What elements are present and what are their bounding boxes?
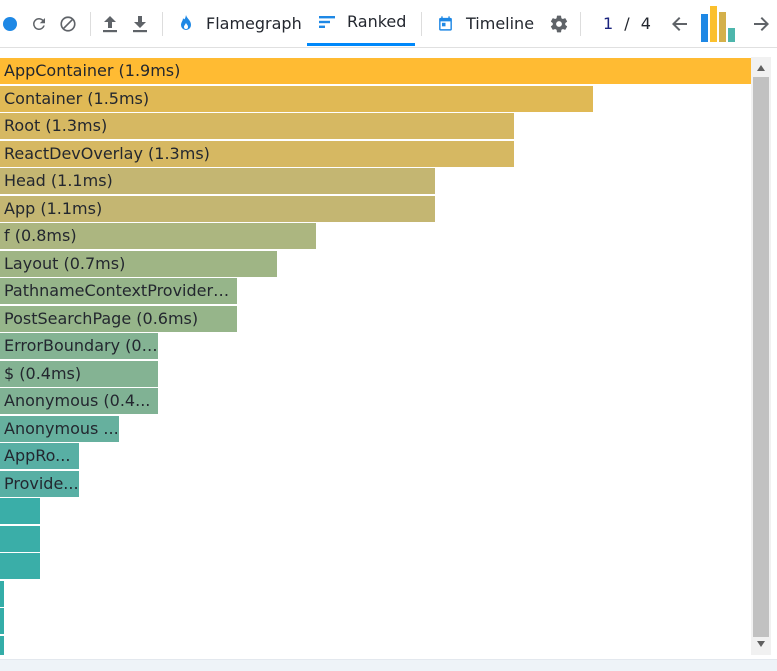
ranked-bar[interactable]: Layout (0.7ms) [0,250,277,277]
status-strip [0,659,777,671]
ranked-bar[interactable]: PathnameContextProviderA... [0,278,237,304]
commit-pager: 1 / 4 [603,14,651,33]
tab-timeline[interactable]: Timeline [437,0,534,46]
commit-bar[interactable] [701,14,708,42]
previous-commit-button[interactable] [670,14,690,34]
vertical-scrollbar[interactable] [751,57,771,655]
ranked-bar[interactable]: PostSearchPage (0.6ms) [0,305,237,332]
ranked-bar[interactable] [0,553,40,579]
ranked-chart: AppContainer (1.9ms) Container (1.5ms) Roo… [0,57,751,655]
ranked-bar[interactable] [0,608,4,634]
ranked-bar[interactable]: Head (1.1ms) [0,168,435,194]
download-icon [133,16,147,33]
commit-bar[interactable] [728,28,735,42]
ranked-bar[interactable] [0,498,40,524]
commit-bar[interactable] [710,6,717,42]
ranked-bar[interactable]: App (1.1ms) [0,195,435,222]
ranked-bar[interactable]: AppContainer (1.9ms) [0,58,751,84]
ranked-icon [319,15,335,28]
scroll-up-button[interactable] [751,59,771,77]
save-profile-button[interactable] [130,13,150,35]
ranked-bar[interactable] [0,580,4,607]
ranked-bar[interactable]: AppRo... [0,443,79,469]
block-icon [60,16,76,32]
calendar-icon [439,15,452,31]
profiler-toolbar: Flamegraph Ranked Timeline 1 / 4 [0,0,777,48]
record-icon [3,17,17,31]
arrow-left-icon [672,17,687,31]
ranked-bar[interactable]: Anonymous (0.4... [0,388,158,414]
toolbar-divider [162,12,163,36]
load-profile-button[interactable] [100,13,120,35]
reload-icon [33,18,45,30]
ranked-bar[interactable] [0,525,40,552]
tab-ranked[interactable]: Ranked [307,0,415,46]
clear-profiling-data-button[interactable] [58,14,78,34]
scroll-down-icon [757,641,765,647]
toolbar-divider [90,12,91,36]
next-commit-button[interactable] [751,14,771,34]
tab-timeline-label: Timeline [466,13,535,33]
reload-and-profile-button[interactable] [29,14,49,34]
ranked-bar[interactable]: Root (1.3ms) [0,113,514,139]
ranked-bar[interactable]: f (0.8ms) [0,223,316,249]
commit-bars [701,6,735,42]
arrow-right-icon [754,17,769,31]
scroll-up-icon [757,65,765,71]
scroll-down-button[interactable] [751,635,771,653]
scrollbar-thumb[interactable] [753,77,769,637]
record-button[interactable] [2,16,18,32]
tab-ranked-label: Ranked [347,12,407,31]
upload-icon [103,16,117,33]
ranked-bar[interactable] [0,635,4,655]
profiler-settings-button[interactable] [548,13,570,35]
total-commit-count: 4 [640,14,651,33]
toolbar-divider [580,12,581,36]
ranked-bar[interactable]: ErrorBoundary (0.... [0,333,158,359]
ranked-bar[interactable]: Container (1.5ms) [0,85,593,112]
ranked-bar[interactable]: Provide... [0,470,79,497]
tab-flamegraph[interactable]: Flamegraph [178,0,302,46]
ranked-bar[interactable]: ReactDevOverlay (1.3ms) [0,140,514,167]
current-commit-number: 1 [603,14,614,33]
commit-snapshot-chart[interactable] [700,6,740,42]
gear-icon [550,15,568,33]
flame-icon [181,15,191,30]
commit-bar[interactable] [719,12,726,42]
toolbar-divider [421,12,422,36]
pager-separator: / [624,14,630,33]
ranked-bar[interactable]: $ (0.4ms) [0,360,158,387]
tab-flamegraph-label: Flamegraph [206,13,302,33]
ranked-bar[interactable]: Anonymous ... [0,415,119,442]
